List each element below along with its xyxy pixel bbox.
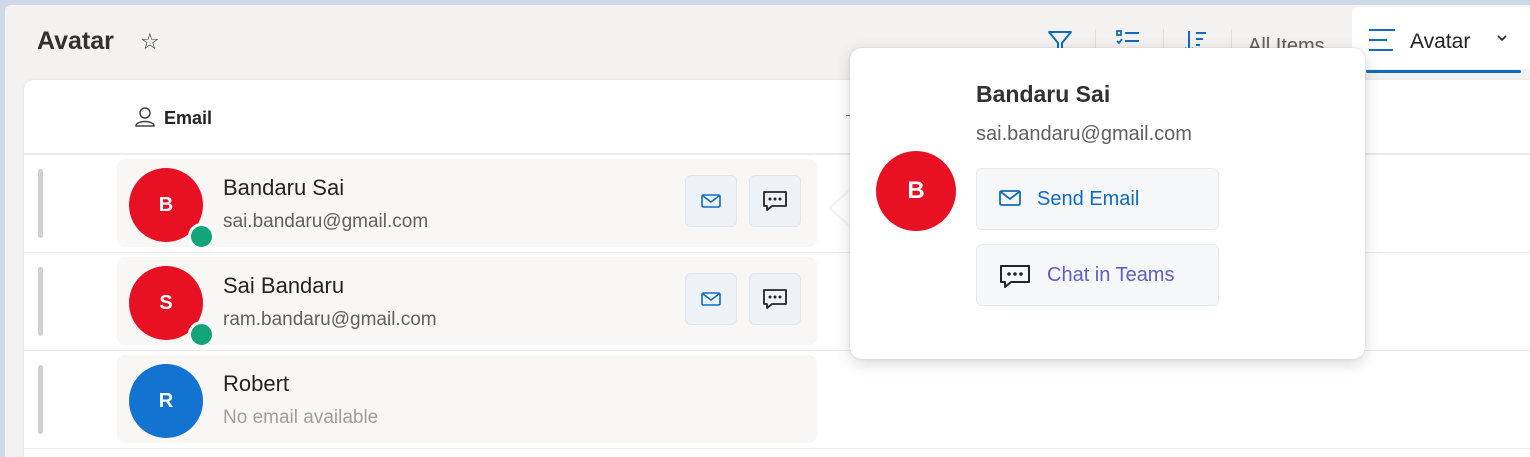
chat-button[interactable] [749, 273, 801, 325]
popup-beak [831, 190, 851, 226]
table-row[interactable]: R Robert No email available [24, 351, 1530, 449]
chat-icon [763, 191, 787, 211]
chat-in-teams-label: Chat in Teams [1047, 264, 1175, 286]
send-email-label: Send Email [1037, 188, 1140, 210]
view-tab-label: Avatar [1410, 30, 1471, 53]
chevron-down-icon [1495, 31, 1509, 50]
presence-available-badge [188, 321, 215, 348]
person-cell: R Robert No email available [117, 355, 817, 443]
chat-button[interactable] [749, 175, 801, 227]
mail-icon [999, 189, 1021, 212]
person-cell: S Sai Bandaru ram.bandaru@gmail.com [117, 257, 817, 348]
person-icon [134, 106, 156, 133]
person-email: sai.bandaru@gmail.com [223, 211, 429, 232]
person-name: Robert [223, 371, 290, 396]
popup-email: sai.bandaru@gmail.com [976, 123, 1192, 145]
popup-send-email-button[interactable]: Send Email [976, 168, 1219, 230]
column-header-email[interactable]: Email [164, 108, 212, 129]
avatar[interactable]: S [129, 266, 215, 348]
send-email-button[interactable] [685, 175, 737, 227]
mail-icon [701, 194, 721, 208]
view-lines-icon [1369, 27, 1397, 58]
row-drag-handle[interactable] [38, 365, 43, 434]
person-name: Bandaru Sai [223, 175, 345, 200]
favorite-star-icon[interactable]: ☆ [140, 31, 160, 53]
popup-chat-in-teams-button[interactable]: Chat in Teams [976, 244, 1219, 306]
send-email-button[interactable] [685, 273, 737, 325]
row-drag-handle[interactable] [38, 267, 43, 336]
popup-name: Bandaru Sai [976, 81, 1111, 107]
view-tab-avatar[interactable]: Avatar [1352, 7, 1530, 73]
page-title: Avatar [37, 27, 114, 55]
contact-card-popup: B Bandaru Sai sai.bandaru@gmail.com Send… [850, 48, 1365, 359]
person-cell: B Bandaru Sai sai.bandaru@gmail.com [117, 159, 817, 250]
mail-icon [701, 292, 721, 306]
avatar[interactable]: B [129, 168, 215, 250]
presence-available-badge [188, 223, 215, 250]
avatar[interactable]: R [129, 364, 203, 438]
active-tab-indicator [1366, 70, 1521, 73]
person-email: No email available [223, 407, 379, 428]
chat-icon [999, 263, 1031, 296]
person-email: ram.bandaru@gmail.com [223, 309, 437, 330]
row-drag-handle[interactable] [38, 169, 43, 238]
person-name: Sai Bandaru [223, 273, 345, 298]
popup-avatar: B [876, 151, 956, 231]
chat-icon [763, 289, 787, 309]
